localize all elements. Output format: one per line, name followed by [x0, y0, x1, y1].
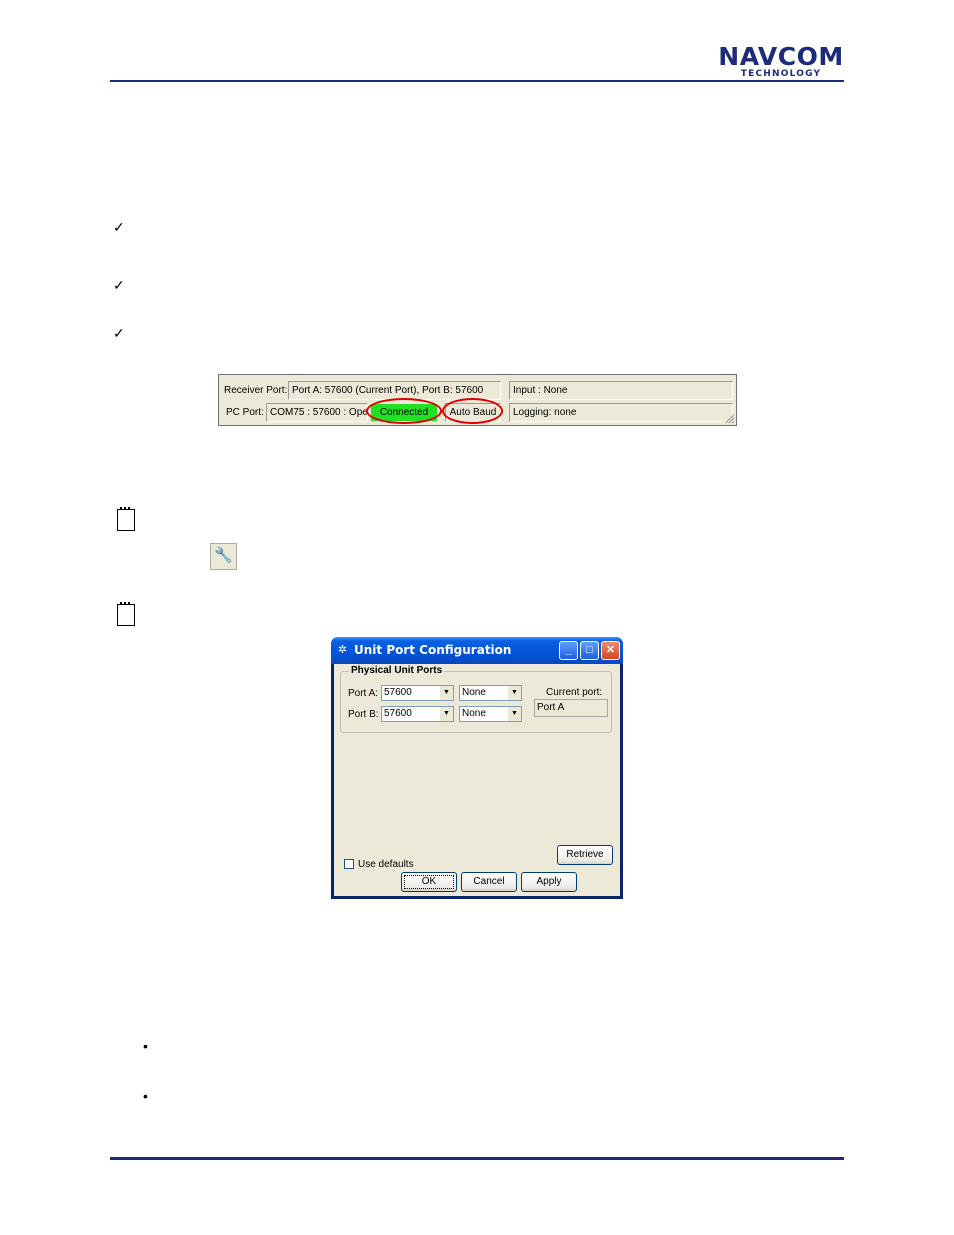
maximize-icon[interactable]: □: [580, 641, 599, 660]
close-icon[interactable]: ✕: [601, 641, 620, 660]
navcom-logo: NAVCOM TECHNOLOGY: [718, 44, 844, 79]
bullet-marker: •: [143, 1088, 148, 1104]
input-status: Input : None: [509, 381, 733, 400]
connected-highlight-ring: [366, 398, 442, 424]
port-a-mode-select[interactable]: None ▼: [459, 685, 522, 701]
note-icon: [117, 602, 135, 626]
port-a-mode-value: None: [462, 687, 486, 698]
header-rule: [110, 80, 844, 82]
unit-port-configuration-dialog: ✲ Unit Port Configuration _ □ ✕ Physical…: [331, 637, 623, 899]
pc-port-value: COM75 : 57600 : Open: [266, 403, 368, 422]
dialog-body: Physical Unit Ports Port A: 57600 ▼ None…: [334, 664, 620, 896]
wrench-icon[interactable]: 🔧: [210, 543, 237, 570]
app-icon: ✲: [337, 644, 348, 656]
port-a-label: Port A:: [348, 688, 379, 699]
chevron-down-icon[interactable]: ▼: [508, 707, 521, 721]
port-b-mode-value: None: [462, 708, 486, 719]
status-bar: Receiver Port: Port A: 57600 (Current Po…: [218, 374, 737, 426]
bullet-marker: •: [143, 1038, 148, 1054]
port-b-baud-select[interactable]: 57600 ▼: [381, 706, 454, 722]
logging-status: Logging: none: [509, 403, 733, 422]
logo-wordmark: NAVCOM: [718, 42, 844, 71]
chevron-down-icon[interactable]: ▼: [440, 686, 453, 700]
use-defaults-checkbox[interactable]: [344, 859, 354, 869]
apply-button[interactable]: Apply: [521, 872, 577, 892]
cancel-button[interactable]: Cancel: [461, 872, 517, 892]
port-a-baud-select[interactable]: 57600 ▼: [381, 685, 454, 701]
chevron-down-icon[interactable]: ▼: [440, 707, 453, 721]
port-b-mode-select[interactable]: None ▼: [459, 706, 522, 722]
resize-grip-icon[interactable]: [724, 413, 734, 423]
use-defaults-label: Use defaults: [358, 859, 414, 870]
minimize-icon[interactable]: _: [559, 641, 578, 660]
receiver-port-label: Receiver Port:: [224, 385, 288, 396]
footer-rule: [110, 1157, 844, 1160]
checkmark-icon: ✓: [113, 325, 125, 341]
port-a-baud-value: 57600: [384, 687, 412, 698]
retrieve-button[interactable]: Retrieve: [557, 845, 613, 865]
physical-unit-ports-group: Physical Unit Ports Port A: 57600 ▼ None…: [340, 665, 612, 733]
dialog-title: Unit Port Configuration: [354, 643, 512, 657]
ok-button[interactable]: OK: [401, 872, 457, 892]
chevron-down-icon[interactable]: ▼: [508, 686, 521, 700]
port-b-label: Port B:: [348, 709, 379, 720]
auto-baud-highlight-ring: [442, 398, 503, 424]
dialog-titlebar[interactable]: ✲ Unit Port Configuration _ □ ✕: [331, 637, 623, 664]
checkmark-icon: ✓: [113, 219, 125, 235]
current-port-label: Current port:: [546, 687, 603, 698]
port-b-baud-value: 57600: [384, 708, 412, 719]
checkmark-icon: ✓: [113, 277, 125, 293]
pc-port-label: PC Port:: [226, 407, 264, 418]
current-port-value: Port A: [534, 699, 608, 717]
note-icon: [117, 507, 135, 531]
group-title: Physical Unit Ports: [349, 665, 445, 676]
